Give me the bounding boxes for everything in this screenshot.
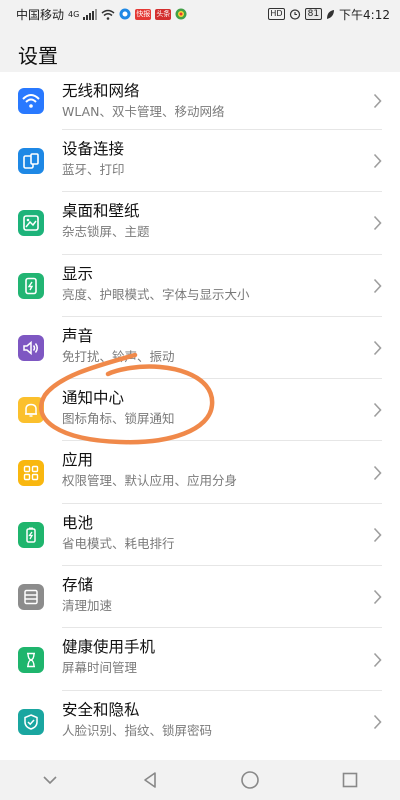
shield-check-icon [18,708,44,735]
hourglass-icon [18,646,44,673]
navigation-bar [0,760,400,800]
settings-item-sound[interactable]: 声音 免打扰、铃声、振动 [0,317,400,380]
chevron-right-icon [373,465,382,480]
settings-item-subtitle: 免打扰、铃声、振动 [62,348,175,364]
settings-item-title: 无线和网络 [62,82,140,100]
settings-item-title: 应用 [62,451,94,470]
settings-item-subtitle: 屏幕时间管理 [62,660,138,676]
apps-grid-icon [18,459,44,486]
app-badge-1: 快报 [135,8,152,20]
settings-item-title: 设备连接 [62,140,125,158]
chevron-right-icon [373,216,382,231]
settings-item-title: 健康使用手机 [62,638,156,657]
settings-item-storage[interactable]: 存储 清理加速 [0,566,400,629]
hd-icon: HD [268,8,285,20]
recents-icon[interactable] [330,764,370,796]
back-icon[interactable] [130,764,170,796]
settings-item-desktop-wallpaper[interactable]: 桌面和壁纸 杂志锁屏、主题 [0,192,400,255]
settings-item-subtitle: 人脸识别、指纹、锁屏密码 [62,722,213,738]
settings-item-title: 声音 [62,326,94,345]
app-badge-2: 头条 [155,8,172,20]
settings-item-digital-balance[interactable]: 健康使用手机 屏幕时间管理 [0,628,400,691]
settings-item-subtitle: 权限管理、默认应用、应用分身 [62,473,238,489]
collapse-icon[interactable] [30,764,70,796]
settings-list: 无线和网络 WLAN、双卡管理、移动网络 设备连接 蓝牙、打印 桌面和壁纸 杂志… [0,72,400,760]
carrier-label: 中国移动 [16,7,65,22]
settings-item-device-connection[interactable]: 设备连接 蓝牙、打印 [0,130,400,193]
settings-item-title: 存储 [62,576,94,595]
device-connection-icon [18,148,44,175]
signal-icon [83,8,98,20]
settings-item-title: 安全和隐私 [62,700,140,719]
display-icon [18,272,44,299]
wifi-status-icon [101,9,115,20]
settings-item-subtitle: 图标角标、锁屏通知 [62,411,175,427]
settings-item-title: 显示 [62,264,94,283]
settings-item-title: 通知中心 [62,389,125,408]
settings-item-battery[interactable]: 电池 省电模式、耗电排行 [0,504,400,567]
wifi-icon [18,88,44,114]
battery-indicator: 81 [304,8,323,20]
chevron-right-icon [373,590,382,605]
home-icon[interactable] [230,764,270,796]
notification-bell-icon [18,397,44,424]
chevron-right-icon [373,714,382,729]
settings-item-subtitle: 省电模式、耗电排行 [62,535,175,551]
chevron-right-icon [373,278,382,293]
settings-item-apps[interactable]: 应用 权限管理、默认应用、应用分身 [0,441,400,504]
charging-leaf-icon [326,9,335,20]
battery-icon [18,521,44,548]
settings-item-subtitle: 杂志锁屏、主题 [62,224,150,240]
settings-item-title: 电池 [62,513,94,532]
settings-item-subtitle: 亮度、护眼模式、字体与显示大小 [62,286,250,302]
sound-icon [18,335,44,362]
page-title: 设置 [18,44,58,68]
settings-item-subtitle: 蓝牙、打印 [62,162,125,177]
app-notification-icon [119,8,131,20]
wallpaper-icon [18,210,44,237]
chevron-right-icon [373,154,382,169]
settings-item-security-privacy[interactable]: 安全和隐私 人脸识别、指纹、锁屏密码 [0,691,400,753]
storage-icon [18,584,44,611]
chevron-right-icon [373,93,382,109]
settings-item-subtitle: 清理加速 [62,598,113,614]
browser-notification-icon [175,8,187,20]
chevron-right-icon [373,340,382,356]
chevron-right-icon [373,527,382,542]
settings-item-title: 桌面和壁纸 [62,202,140,221]
network-type: 4G [68,9,80,19]
settings-item-notification-center[interactable]: 通知中心 图标角标、锁屏通知 [0,379,400,442]
chevron-right-icon [373,652,382,667]
settings-item-wireless-network[interactable]: 无线和网络 WLAN、双卡管理、移动网络 [0,72,400,130]
battery-level: 81 [307,9,320,19]
clock: 下午4:12 [339,7,390,22]
alarm-icon [289,8,301,20]
settings-item-display[interactable]: 显示 亮度、护眼模式、字体与显示大小 [0,255,400,317]
settings-item-subtitle: WLAN、双卡管理、移动网络 [62,104,225,119]
chevron-right-icon [373,403,382,418]
status-bar: 中国移动 4G 快报 头条 HD 81 下午4:12 [0,0,400,28]
